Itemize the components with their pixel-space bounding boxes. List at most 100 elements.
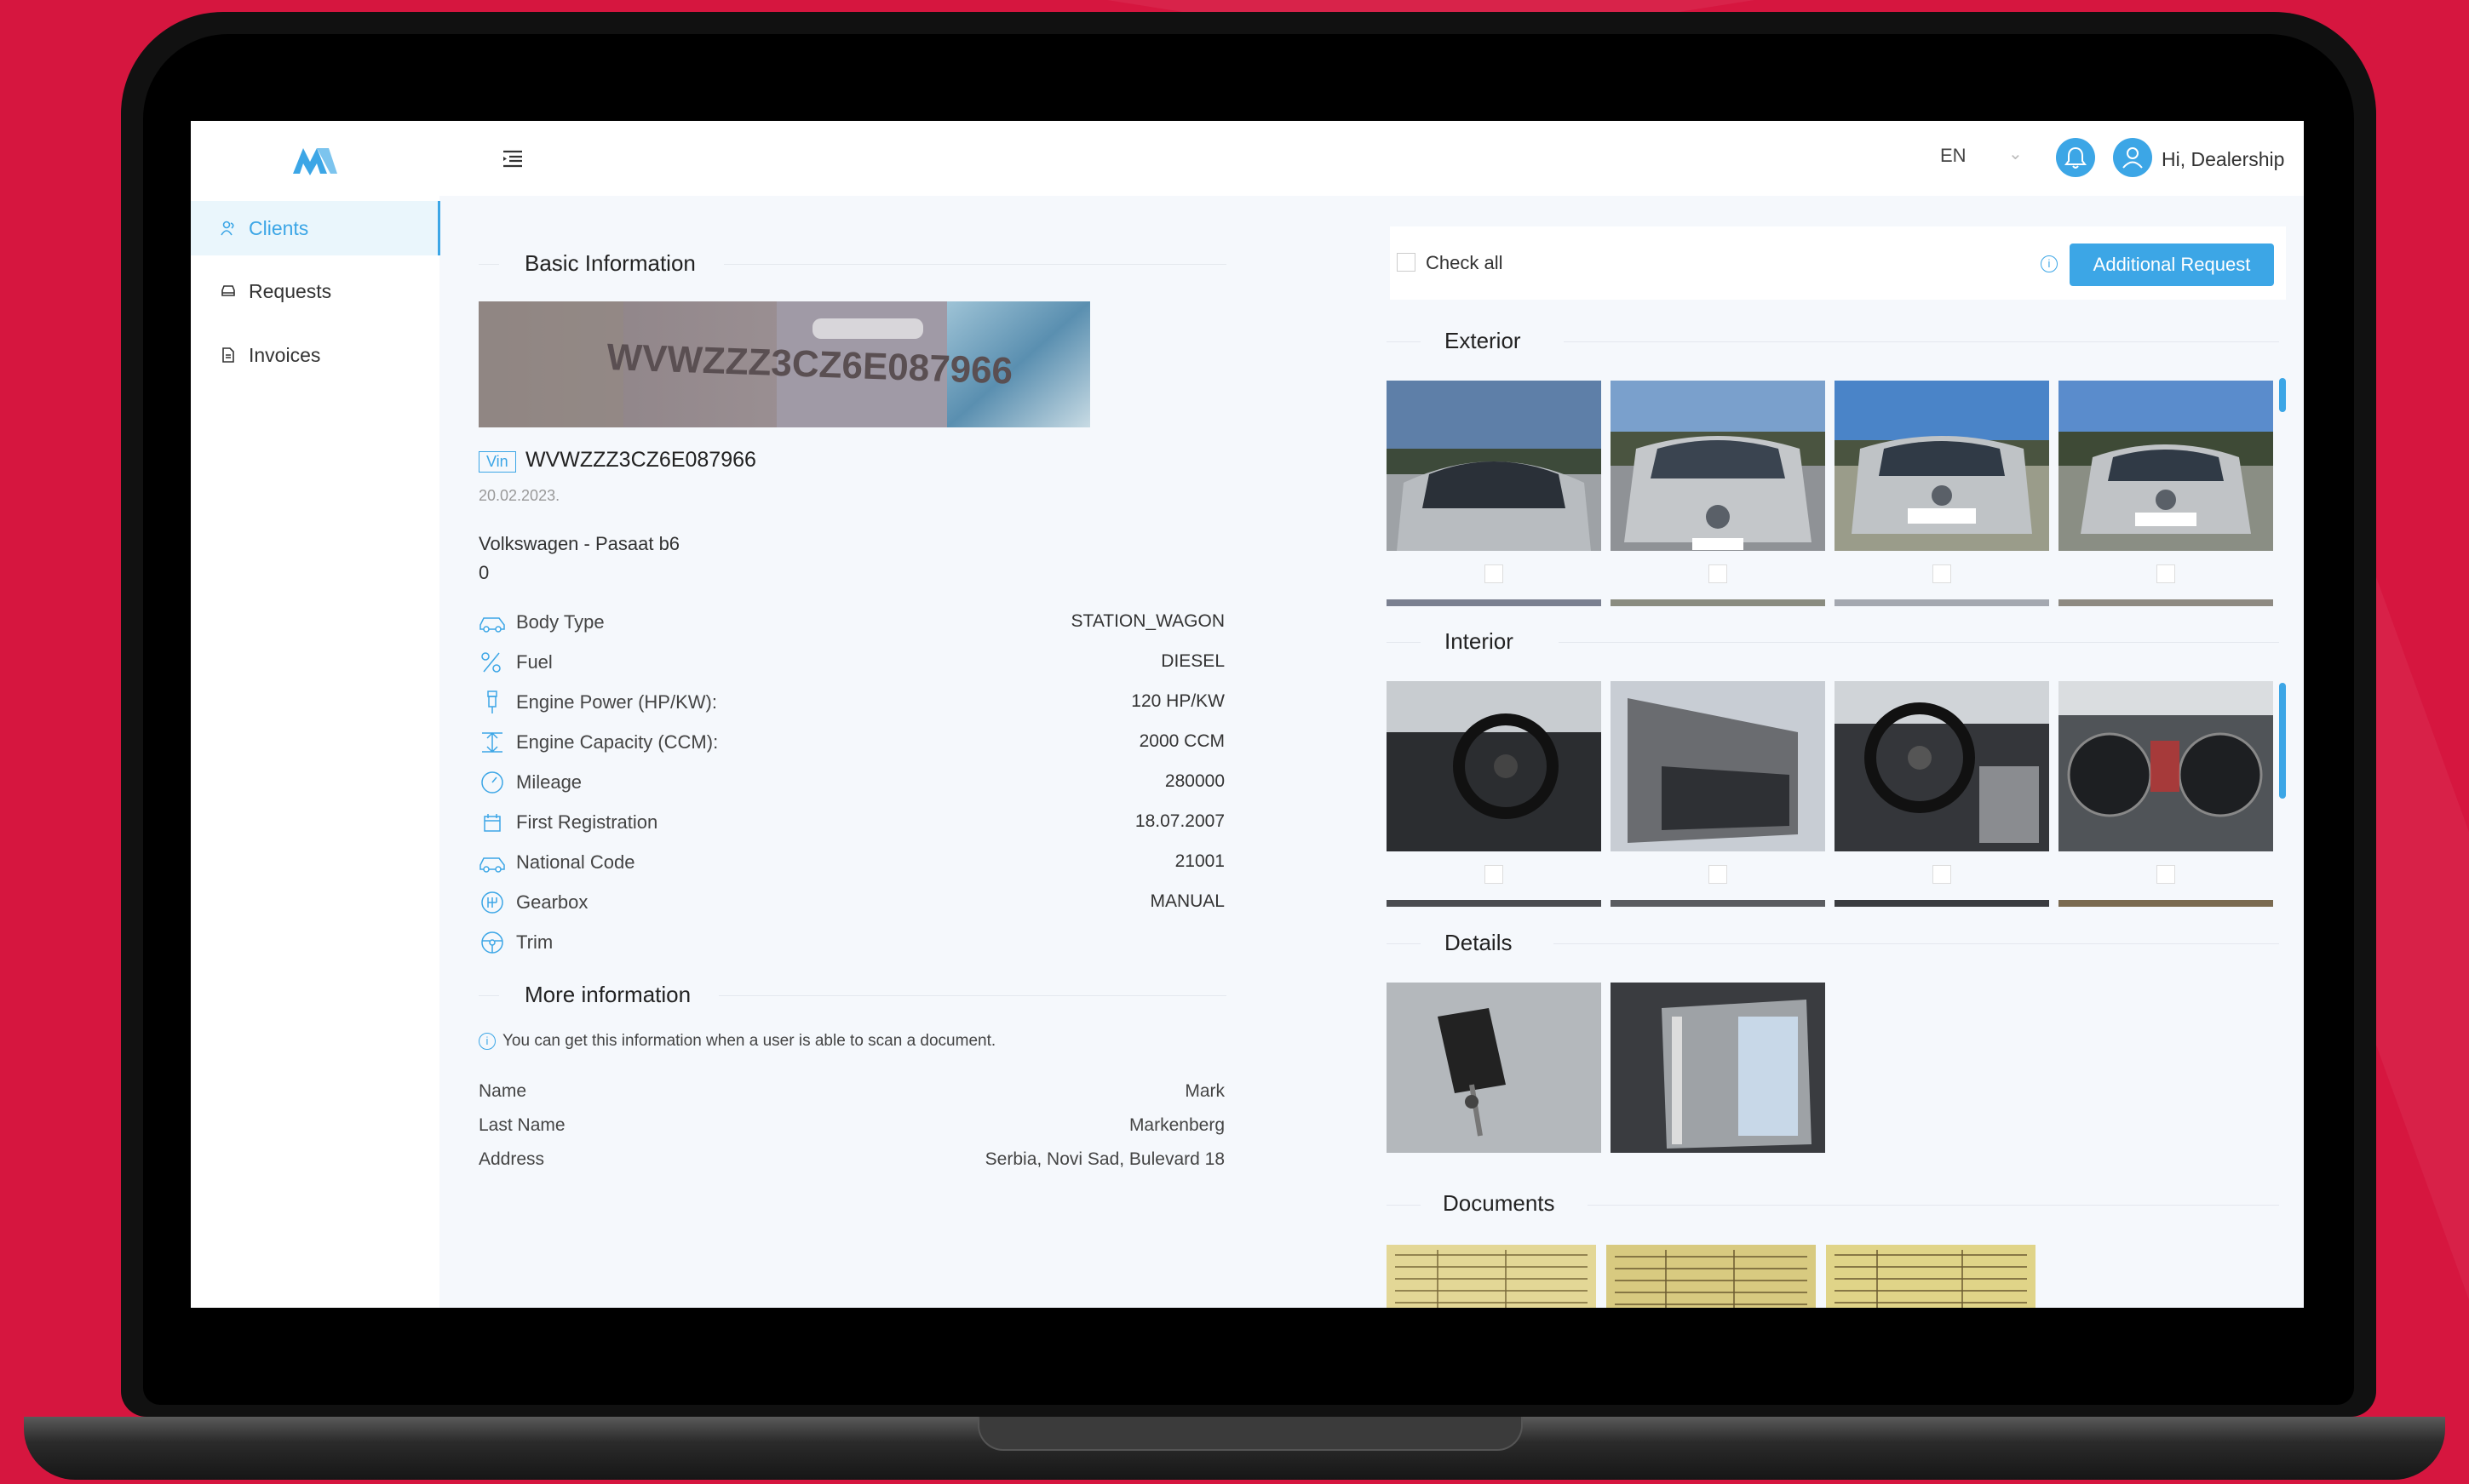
details-photo[interactable]: [1387, 983, 1601, 1153]
sidebar-item-requests[interactable]: Requests: [191, 264, 438, 318]
interior-photo[interactable]: [2058, 681, 2273, 851]
more-info-notice: i You can get this information when a use…: [479, 1032, 996, 1051]
check-all-checkbox[interactable]: [1397, 253, 1415, 272]
section-divider: [724, 264, 1226, 265]
spec-value: STATION_WAGON: [1071, 611, 1225, 631]
spec-label: Gearbox: [516, 891, 589, 913]
document-photo[interactable]: [1606, 1245, 1816, 1308]
section-divider: [1559, 642, 2279, 643]
exterior-photo-next-row: [1835, 599, 2049, 606]
check-all-label[interactable]: Check all: [1426, 252, 1502, 274]
details-photo[interactable]: [1611, 983, 1825, 1153]
info-icon: i: [479, 1032, 496, 1050]
request-date: 20.02.2023.: [479, 487, 560, 504]
spec-row-national-code: National Code 21001: [479, 848, 1225, 877]
spec-value: MANUAL: [1150, 891, 1225, 911]
sidebar: Clients Requests Invoices: [191, 196, 440, 1308]
interior-photo[interactable]: [1835, 681, 2049, 851]
spec-value: 120 HP/KW: [1131, 691, 1225, 711]
interior-scrollbar[interactable]: [2279, 683, 2286, 799]
document-photo[interactable]: [1826, 1245, 2035, 1308]
spec-label: Fuel: [516, 651, 553, 673]
category-title-exterior: Exterior: [1444, 328, 1521, 353]
notice-text: You can get this information when a user…: [502, 1032, 996, 1050]
exterior-scrollbar[interactable]: [2279, 378, 2286, 412]
document-photo[interactable]: [1387, 1245, 1596, 1308]
section-divider: [1553, 943, 2279, 944]
photo-checkbox[interactable]: [1932, 564, 1951, 583]
steering-wheel-icon: [481, 931, 503, 954]
menu-toggle-icon[interactable]: [501, 146, 525, 170]
photo-checkbox[interactable]: [1708, 564, 1727, 583]
info-icon[interactable]: i: [2041, 255, 2058, 272]
exterior-photo[interactable]: [1611, 381, 1825, 551]
engine-power-icon: [487, 690, 497, 713]
more-information-title: More information: [525, 982, 692, 1007]
sidebar-item-clients[interactable]: Clients: [191, 201, 440, 255]
spec-value: 280000: [1164, 771, 1225, 791]
exterior-photo-next-row: [2058, 599, 2273, 606]
more-info-row-last-name: Last Name Markenberg: [479, 1115, 1225, 1143]
exterior-photo[interactable]: [1387, 381, 1601, 551]
notification-bell-icon[interactable]: [2056, 138, 2095, 177]
app-logo[interactable]: [291, 143, 339, 177]
exterior-photo[interactable]: [1835, 381, 2049, 551]
exterior-photo-next-row: [1611, 599, 1825, 606]
car-icon: [221, 285, 235, 296]
sidebar-item-label: Invoices: [249, 343, 321, 366]
photo-checkbox[interactable]: [1708, 865, 1727, 884]
laptop-notch: [978, 1417, 1523, 1451]
invoice-icon: [222, 347, 234, 363]
fuel-icon: [481, 652, 501, 673]
sidebar-item-label: Clients: [249, 216, 309, 239]
interior-photo[interactable]: [1387, 681, 1601, 851]
car-body-icon: [479, 617, 505, 633]
more-info-row-name: Name Mark: [479, 1081, 1225, 1109]
section-divider: [479, 264, 499, 265]
spec-label: Engine Power (HP/KW):: [516, 691, 717, 713]
sidebar-item-invoices[interactable]: Invoices: [191, 328, 438, 382]
interior-photo-next-row: [1835, 900, 2049, 907]
section-divider: [1387, 642, 1421, 643]
field-value: Markenberg: [1128, 1115, 1225, 1135]
spec-label: Trim: [516, 931, 554, 953]
section-divider: [1588, 1205, 2279, 1206]
field-value: Serbia, Novi Sad, Bulevard 18: [985, 1149, 1225, 1169]
category-title-documents: Documents: [1443, 1190, 1555, 1216]
vehicle-model: Volkswagen - Pasaat b6: [479, 533, 680, 554]
language-selector[interactable]: EN: [1940, 145, 1967, 167]
interior-photo[interactable]: [1611, 681, 1825, 851]
interior-photo-next-row: [1387, 900, 1601, 907]
additional-request-button[interactable]: Additional Request: [2070, 244, 2274, 286]
chevron-down-icon[interactable]: ⌄: [2008, 143, 2023, 164]
more-info-row-address: Address Serbia, Novi Sad, Bulevard 18: [479, 1149, 1225, 1177]
interior-photo-next-row: [1611, 900, 1825, 907]
photo-checkbox[interactable]: [1484, 564, 1503, 583]
photo-checkbox[interactable]: [2156, 865, 2175, 884]
spec-row-gearbox: Gearbox MANUAL: [479, 888, 1225, 917]
vin-photo[interactable]: WVWZZZ3CZ6E087966: [479, 301, 1090, 427]
photo-checkbox[interactable]: [2156, 564, 2175, 583]
photo-checkbox[interactable]: [1484, 865, 1503, 884]
exterior-photo[interactable]: [2058, 381, 2273, 551]
user-avatar-icon[interactable]: [2113, 138, 2152, 177]
spec-label: Mileage: [516, 771, 583, 793]
category-title-interior: Interior: [1444, 628, 1513, 654]
field-label: Name: [479, 1081, 527, 1101]
spec-row-body-type: Body Type STATION_WAGON: [479, 608, 1225, 637]
photo-checkbox[interactable]: [1932, 865, 1951, 884]
field-label: Last Name: [479, 1115, 566, 1135]
spec-value: 2000 CCM: [1139, 731, 1225, 751]
spec-row-fuel: Fuel DIESEL: [479, 648, 1225, 677]
spec-row-engine-capacity: Engine Capacity (CCM): 2000 CCM: [479, 728, 1225, 757]
spec-value: DIESEL: [1161, 651, 1225, 671]
spec-row-first-registration: First Registration 18.07.2007: [479, 808, 1225, 837]
spec-row-engine-power: Engine Power (HP/KW): 120 HP/KW: [479, 688, 1225, 717]
clients-icon: [221, 221, 234, 236]
top-bar: EN ⌄ Hi, Dealership: [191, 121, 2304, 196]
spec-value: 18.07.2007: [1134, 811, 1225, 831]
section-divider: [479, 995, 499, 996]
mileage-icon: [481, 771, 503, 794]
user-greeting[interactable]: Hi, Dealership: [2162, 148, 2284, 171]
vin-badge: Vin: [479, 451, 516, 473]
